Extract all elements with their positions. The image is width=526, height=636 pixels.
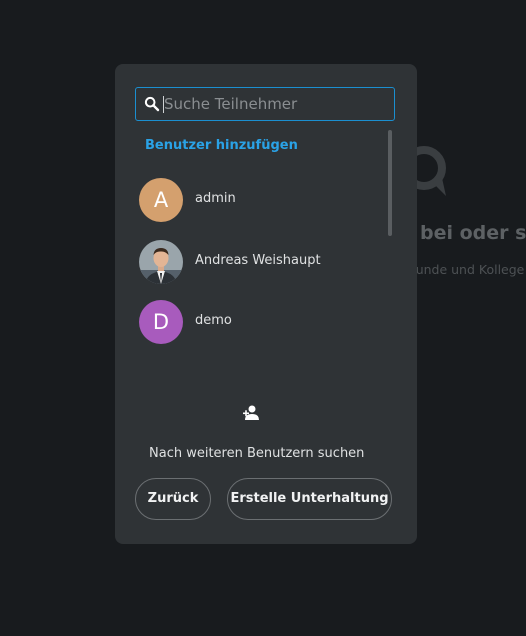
- text-caret: [163, 96, 164, 113]
- user-name: admin: [195, 191, 236, 206]
- user-photo-icon: [139, 240, 183, 284]
- background-subtext: eunde und Kollege: [408, 262, 525, 277]
- add-user-icon: [243, 405, 259, 420]
- create-conversation-button[interactable]: Erstelle Unterhaltung: [227, 478, 392, 520]
- user-item-andreas-weishaupt[interactable]: Andreas Weishaupt: [139, 240, 389, 286]
- user-item-demo[interactable]: D demo: [139, 300, 389, 346]
- new-conversation-dialog: Benutzer hinzufügen A admin Andreas Weis…: [115, 64, 417, 544]
- avatar-initial: D: [152, 310, 170, 334]
- avatar: [139, 240, 183, 284]
- search-icon: [144, 96, 160, 112]
- avatar-initial: A: [153, 188, 169, 212]
- add-users-heading[interactable]: Benutzer hinzufügen: [145, 138, 298, 153]
- search-more-users-hint: Nach weiteren Benutzern suchen: [149, 446, 365, 461]
- user-name: demo: [195, 313, 232, 328]
- avatar: A: [139, 178, 183, 222]
- user-item-admin[interactable]: A admin: [139, 178, 389, 224]
- user-name: Andreas Weishaupt: [195, 253, 321, 268]
- background-heading: bei oder sta: [420, 222, 526, 244]
- avatar: D: [139, 300, 183, 344]
- back-button[interactable]: Zurück: [135, 478, 211, 520]
- search-box[interactable]: [135, 87, 395, 121]
- search-input[interactable]: [164, 88, 386, 120]
